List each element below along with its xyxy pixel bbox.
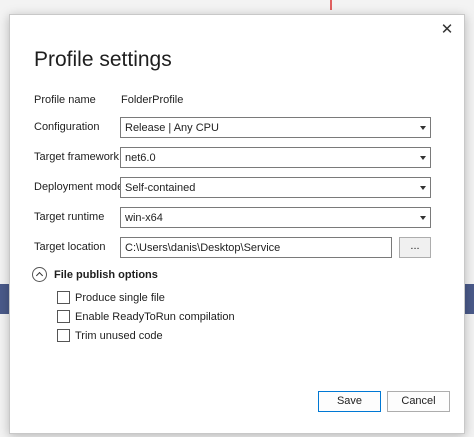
- target-runtime-selected-value: win-x64: [125, 212, 163, 224]
- collapse-chevron-up-icon[interactable]: [32, 267, 47, 282]
- chevron-down-icon: [420, 216, 426, 220]
- target-framework-label: Target framework: [34, 151, 119, 163]
- profile-name-label: Profile name: [34, 94, 96, 106]
- chevron-down-icon: [420, 186, 426, 190]
- background-strip-right: [465, 284, 474, 314]
- trim-unused-code-label: Trim unused code: [75, 330, 163, 342]
- browse-button[interactable]: ...: [399, 237, 431, 258]
- profile-settings-dialog: ✕ Profile settings Profile name FolderPr…: [9, 14, 465, 434]
- enable-readytorun-label: Enable ReadyToRun compilation: [75, 311, 235, 323]
- target-location-label: Target location: [34, 241, 106, 253]
- file-publish-options-title: File publish options: [54, 269, 158, 281]
- target-framework-selected-value: net6.0: [125, 152, 156, 164]
- background-strip-left: [0, 284, 9, 314]
- target-framework-select[interactable]: net6.0: [120, 147, 431, 168]
- configuration-label: Configuration: [34, 121, 100, 133]
- chevron-down-icon: [420, 126, 426, 130]
- deployment-mode-label: Deployment mode: [34, 181, 124, 193]
- deployment-mode-selected-value: Self-contained: [125, 182, 196, 194]
- target-runtime-label: Target runtime: [34, 211, 105, 223]
- target-location-input[interactable]: [120, 237, 392, 258]
- target-runtime-select[interactable]: win-x64: [120, 207, 431, 228]
- deployment-mode-select[interactable]: Self-contained: [120, 177, 431, 198]
- close-icon[interactable]: ✕: [438, 21, 456, 39]
- profile-name-value: FolderProfile: [121, 94, 184, 106]
- dialog-title: Profile settings: [34, 48, 172, 71]
- chevron-down-icon: [420, 156, 426, 160]
- produce-single-file-label: Produce single file: [75, 292, 165, 304]
- cancel-button[interactable]: Cancel: [387, 391, 450, 412]
- save-button[interactable]: Save: [318, 391, 381, 412]
- configuration-selected-value: Release | Any CPU: [125, 122, 219, 134]
- background-accent-line: [330, 0, 332, 10]
- enable-readytorun-checkbox[interactable]: [57, 310, 70, 323]
- produce-single-file-checkbox[interactable]: [57, 291, 70, 304]
- trim-unused-code-checkbox[interactable]: [57, 329, 70, 342]
- configuration-select[interactable]: Release | Any CPU: [120, 117, 431, 138]
